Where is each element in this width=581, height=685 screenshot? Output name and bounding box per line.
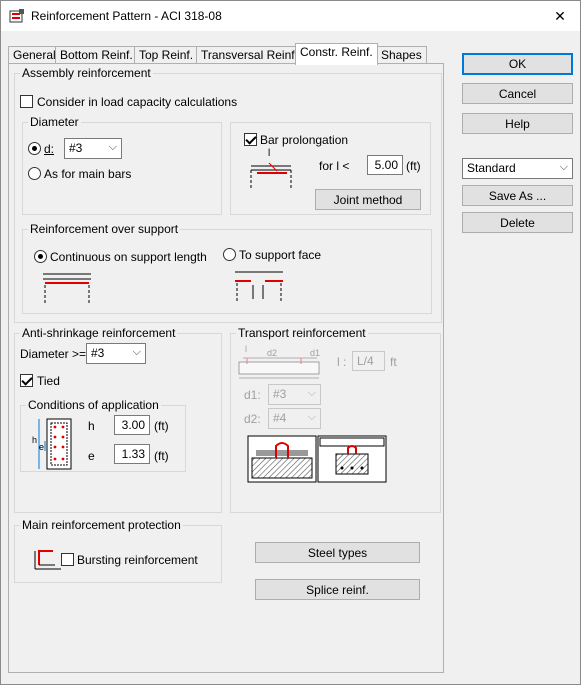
transport-d1-label: d1: xyxy=(244,388,261,402)
help-button[interactable]: Help xyxy=(462,113,573,134)
close-icon[interactable]: ✕ xyxy=(540,1,580,31)
as-main-bars-label: As for main bars xyxy=(44,167,132,181)
for-l-label: for l < xyxy=(319,159,350,173)
bar-prolongation-label: Bar prolongation xyxy=(260,133,349,147)
transport-diagram xyxy=(238,357,320,379)
h-label: h xyxy=(88,419,95,433)
conditions-of-application-title: Conditions of application xyxy=(26,398,161,412)
save-as-button[interactable]: Save As ... xyxy=(462,185,573,206)
tab-shapes[interactable]: Shapes xyxy=(376,46,427,64)
window-title: Reinforcement Pattern - ACI 318-08 xyxy=(31,9,222,23)
prolongation-length-input[interactable]: 5.00 xyxy=(367,155,403,175)
cancel-button[interactable]: Cancel xyxy=(462,83,573,104)
bar-prolongation-checkbox[interactable] xyxy=(244,133,257,146)
tab-transversal-reinf[interactable]: Transversal Reinf. xyxy=(196,46,303,64)
transport-hook-diagram xyxy=(247,435,387,483)
chevron-down-icon: ⌵ xyxy=(559,161,568,173)
bursting-reinforcement-checkbox[interactable] xyxy=(61,553,74,566)
tab-general[interactable]: General xyxy=(8,46,61,64)
to-support-face-diagram xyxy=(235,271,283,303)
anti-shrinkage-diameter-value: #3 xyxy=(91,346,105,360)
diameter-d-label: d: xyxy=(44,142,55,156)
e-unit: (ft) xyxy=(154,449,169,463)
dialog-window: Reinforcement Pattern - ACI 318-08 ✕ Gen… xyxy=(0,0,581,685)
bar-prolongation-diagram xyxy=(250,162,292,189)
as-main-bars-radio[interactable] xyxy=(28,167,41,180)
anti-shrinkage-diameter-label: Diameter >= xyxy=(20,347,87,361)
chevron-down-icon: ⌵ xyxy=(307,387,316,399)
tied-label: Tied xyxy=(37,374,60,388)
continuous-support-diagram xyxy=(43,273,91,305)
app-icon xyxy=(9,8,25,24)
anti-shrinkage-title: Anti-shrinkage reinforcement xyxy=(20,326,178,340)
diameter-d-radio[interactable] xyxy=(28,142,41,155)
main-reinforcement-protection-title: Main reinforcement protection xyxy=(20,518,183,532)
consider-load-capacity-label: Consider in load capacity calculations xyxy=(37,95,238,109)
prolongation-fig-l-label: l xyxy=(268,148,271,159)
preset-select[interactable]: Standard ⌵ xyxy=(462,158,573,179)
delete-button[interactable]: Delete xyxy=(462,212,573,233)
reinforcement-over-support-title: Reinforcement over support xyxy=(28,222,181,236)
transport-reinforcement-title: Transport reinforcement xyxy=(236,326,368,340)
h-input[interactable]: 3.00 xyxy=(114,415,150,435)
transport-d1-select[interactable]: #3 ⌵ xyxy=(268,384,321,405)
bursting-reinforcement-icon xyxy=(34,550,61,570)
consider-load-capacity-checkbox[interactable] xyxy=(20,95,33,108)
joint-method-button[interactable]: Joint method xyxy=(315,189,421,210)
continuous-support-radio[interactable] xyxy=(34,250,47,263)
h-unit: (ft) xyxy=(154,419,169,433)
continuous-support-label: Continuous on support length xyxy=(50,250,207,264)
ok-button[interactable]: OK xyxy=(462,53,573,75)
transport-d1-value: #3 xyxy=(273,387,287,401)
diameter-group-title: Diameter xyxy=(28,115,81,129)
tab-top-reinf[interactable]: Top Reinf. xyxy=(134,46,199,64)
prolongation-unit: (ft) xyxy=(406,159,421,173)
chevron-down-icon: ⌵ xyxy=(132,346,141,358)
diameter-d-select[interactable]: #3 ⌵ xyxy=(64,138,122,159)
e-label: e xyxy=(88,449,95,463)
transport-d2-select[interactable]: #4 ⌵ xyxy=(268,408,321,429)
transport-d2-label: d2: xyxy=(244,412,261,426)
tied-checkbox[interactable] xyxy=(20,374,33,387)
section-fig-e-label: e xyxy=(39,442,45,452)
preset-value: Standard xyxy=(467,161,516,175)
to-support-face-radio[interactable] xyxy=(223,248,236,261)
e-input[interactable]: 1.33 xyxy=(114,444,150,464)
splice-reinf-button[interactable]: Splice reinf. xyxy=(255,579,420,600)
transport-d2-value: #4 xyxy=(273,411,287,425)
chevron-down-icon: ⌵ xyxy=(307,411,316,423)
chevron-down-icon: ⌵ xyxy=(108,141,117,153)
transport-fig-l-label: l xyxy=(245,344,247,354)
transport-l-unit: ft xyxy=(390,355,397,369)
transport-l-input[interactable]: L/4 xyxy=(352,351,385,371)
anti-shrinkage-diameter-select[interactable]: #3 ⌵ xyxy=(86,343,146,364)
transport-l-label: l : xyxy=(337,355,347,369)
bursting-reinforcement-label: Bursting reinforcement xyxy=(77,553,198,567)
steel-types-button[interactable]: Steel types xyxy=(255,542,420,563)
section-fig-h-label: h xyxy=(32,435,38,445)
tab-bottom-reinf[interactable]: Bottom Reinf. xyxy=(55,46,138,64)
title-bar: Reinforcement Pattern - ACI 318-08 ✕ xyxy=(1,1,580,31)
assembly-reinforcement-title: Assembly reinforcement xyxy=(20,66,153,80)
to-support-face-label: To support face xyxy=(239,248,322,262)
diameter-d-value: #3 xyxy=(69,141,83,155)
tab-constr-reinf[interactable]: Constr. Reinf. xyxy=(295,43,378,65)
